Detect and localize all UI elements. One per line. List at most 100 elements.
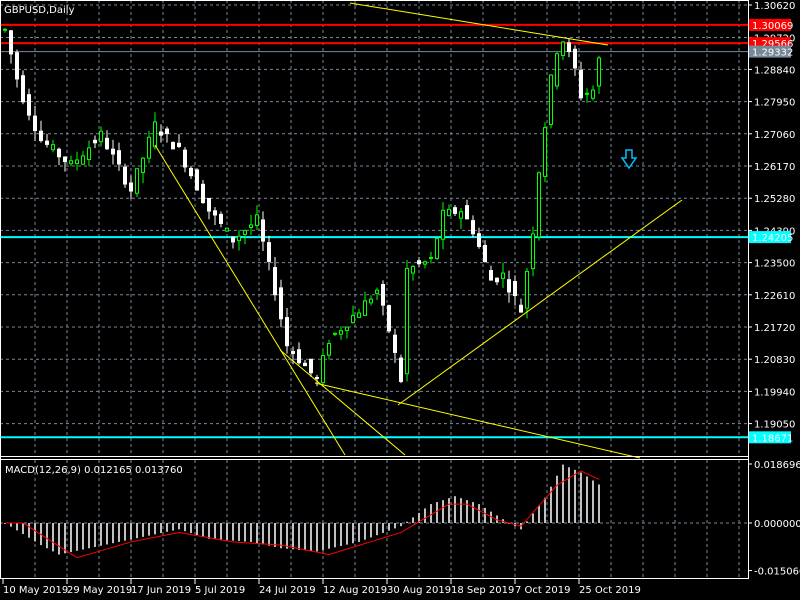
date-label: 24 Jul 2019	[259, 585, 316, 596]
candle-body	[495, 277, 499, 283]
candle-body	[429, 256, 433, 259]
macd-tick-label: -0.015060	[754, 567, 800, 578]
macd-tick-label: 0.000000	[754, 519, 800, 530]
candle-body	[273, 267, 277, 296]
macd-histogram-bar	[82, 523, 84, 550]
candle-body	[537, 172, 541, 238]
down-arrow-icon[interactable]	[620, 149, 638, 170]
price-tick-label: 1.23500	[754, 259, 795, 270]
candle-body	[489, 270, 493, 281]
macd-histogram-bar	[292, 523, 294, 550]
trendline	[279, 349, 406, 456]
macd-histogram-bar	[346, 523, 348, 545]
candle-body	[555, 53, 559, 87]
price-tick-label: 1.28840	[754, 65, 795, 76]
macd-histogram-bar	[88, 523, 90, 549]
price-level-label: 1.30069	[752, 21, 793, 32]
macd-histogram-bar	[70, 523, 72, 553]
candle-body	[141, 157, 145, 173]
macd-histogram-bar	[100, 523, 102, 546]
macd-histogram-bar	[484, 507, 486, 523]
candle-body	[171, 141, 175, 150]
macd-histogram-bar	[544, 497, 546, 523]
candle-body	[465, 205, 469, 220]
candle-body	[9, 30, 13, 55]
candle-body	[351, 314, 355, 324]
candle-body	[57, 148, 61, 158]
macd-histogram-bar	[574, 469, 576, 523]
macd-histogram-bar	[262, 523, 264, 545]
candle-body	[21, 75, 25, 103]
candle-body	[549, 74, 553, 126]
macd-histogram-bar	[352, 523, 354, 544]
candle-body	[135, 168, 139, 194]
date-label: 12 Aug 2019	[323, 585, 387, 596]
macd-histogram-bar	[298, 523, 300, 550]
candle-body	[531, 233, 535, 270]
candle-body	[363, 300, 367, 316]
macd-histogram-bar	[16, 523, 18, 531]
candle-body	[201, 183, 205, 204]
macd-histogram-bar	[316, 523, 318, 552]
price-tick-label: 1.22610	[754, 291, 795, 302]
candle-body	[261, 219, 265, 242]
candle-body	[177, 142, 181, 147]
macd-histogram-bar	[76, 523, 78, 551]
price-tick-label: 1.20830	[754, 355, 795, 366]
macd-histogram-bar	[256, 523, 258, 544]
macd-histogram-bar	[532, 513, 534, 523]
candle-body	[33, 115, 37, 132]
trendline	[154, 144, 346, 456]
price-tick-label: 1.30620	[754, 1, 795, 12]
candle-body	[381, 283, 385, 306]
macd-histogram-bar	[52, 523, 54, 552]
macd-histogram-bar	[580, 472, 582, 523]
candle-body	[249, 224, 253, 229]
mt-chart-window[interactable]: 1.306201.297201.288401.279501.270601.261…	[0, 0, 800, 600]
macd-histogram-bar	[322, 523, 324, 551]
price-tick-label: 1.25280	[754, 194, 795, 205]
candle-body	[423, 261, 427, 265]
macd-histogram-bar	[268, 523, 270, 546]
candle-body	[435, 238, 439, 259]
candle-body	[189, 167, 193, 177]
date-label: 29 May 2019	[67, 585, 132, 596]
macd-histogram-bar	[340, 523, 342, 546]
chart-canvas[interactable]: 1.306201.297201.288401.279501.270601.261…	[0, 0, 800, 600]
candle-body	[255, 214, 259, 226]
chart-border	[0, 0, 749, 579]
candle-body	[183, 149, 187, 168]
macd-histogram-bar	[112, 523, 114, 544]
candle-body	[165, 128, 169, 135]
candle-body	[333, 332, 337, 335]
candle-body	[477, 233, 481, 247]
candle-body	[207, 197, 211, 212]
candle-body	[453, 207, 457, 214]
macd-label: MACD(12,26,9) 0.012165 0.013760	[5, 465, 183, 476]
candle-body	[543, 127, 547, 177]
price-tick-label: 1.19940	[754, 387, 795, 398]
macd-histogram-bar	[196, 523, 198, 535]
candle-body	[117, 150, 121, 165]
macd-histogram-bar	[178, 523, 180, 530]
candle-body	[63, 156, 67, 163]
macd-histogram-bar	[154, 523, 156, 535]
macd-histogram-bar	[598, 484, 600, 523]
candle-body	[297, 349, 301, 364]
macd-histogram-bar	[10, 523, 12, 527]
candle-body	[15, 52, 19, 80]
candle-body	[573, 48, 577, 69]
macd-histogram-bar	[382, 523, 384, 533]
candle-body	[561, 41, 565, 56]
price-tick-label: 1.27950	[754, 98, 795, 109]
macd-histogram-bar	[94, 523, 96, 547]
candle-body	[267, 242, 271, 262]
candle-body	[27, 94, 31, 116]
macd-histogram-bar	[358, 523, 360, 542]
macd-histogram-bar	[562, 464, 564, 523]
price-tick-label: 1.21720	[754, 323, 795, 334]
macd-histogram-bar	[436, 502, 438, 523]
macd-histogram-bar	[136, 523, 138, 539]
candle-body	[339, 330, 343, 335]
axes: 1.306201.297201.288401.279501.270601.261…	[2, 1, 800, 596]
